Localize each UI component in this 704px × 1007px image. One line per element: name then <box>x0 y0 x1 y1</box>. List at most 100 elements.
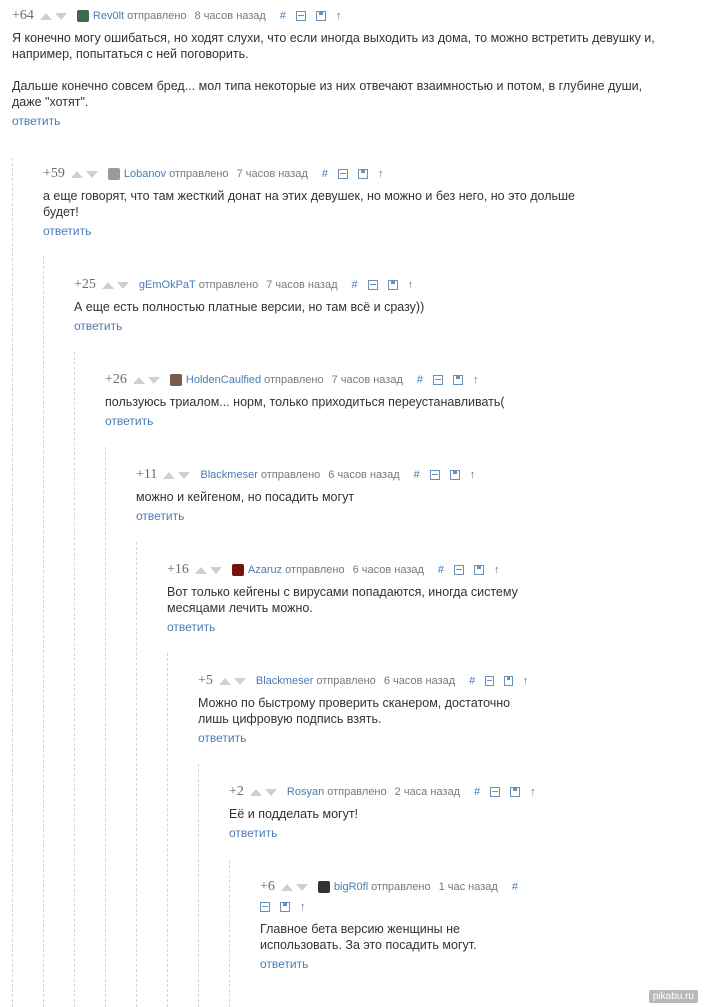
collapse-icon[interactable] <box>433 375 443 385</box>
collapse-icon[interactable] <box>295 11 306 21</box>
author-link[interactable]: Rosyan <box>287 786 324 798</box>
comment-rating: +11 <box>136 467 158 482</box>
save-icon[interactable] <box>503 676 513 686</box>
watermark: pikabu.ru <box>648 990 698 1003</box>
reply-link[interactable]: ответить <box>43 224 91 238</box>
downvote-arrow-icon[interactable] <box>178 471 191 479</box>
permalink-anchor[interactable]: # <box>474 786 480 798</box>
reply-link[interactable]: ответить <box>12 114 60 128</box>
avatar[interactable] <box>231 564 244 576</box>
downvote-arrow-icon[interactable] <box>295 883 308 891</box>
upvote-arrow-icon[interactable] <box>249 788 262 796</box>
thread-line <box>229 860 230 1007</box>
parent-arrow-icon[interactable]: ↑ <box>300 901 306 913</box>
reply-link[interactable]: ответить <box>105 414 153 428</box>
comment: +25 gEmOkPaT отправлено 7 часов назад # … <box>74 277 634 335</box>
comment-text: Её и подделать могут! <box>229 807 359 821</box>
parent-arrow-icon[interactable]: ↑ <box>494 564 500 576</box>
comment: +64 Rev0lt отправлено 8 часов назад # ↑ … <box>12 8 672 130</box>
comment: +5 Blackmeser отправлено 6 часов назад #… <box>198 673 538 747</box>
downvote-arrow-icon[interactable] <box>209 566 222 574</box>
permalink-anchor[interactable]: # <box>280 10 286 22</box>
author-link[interactable]: gEmOkPaT <box>139 279 196 291</box>
downvote-arrow-icon[interactable] <box>147 376 160 384</box>
permalink-anchor[interactable]: # <box>352 279 358 291</box>
downvote-arrow-icon[interactable] <box>233 677 246 685</box>
downvote-arrow-icon[interactable] <box>85 170 98 178</box>
parent-arrow-icon[interactable]: ↑ <box>473 374 479 386</box>
parent-arrow-icon[interactable]: ↑ <box>470 469 476 481</box>
upvote-arrow-icon[interactable] <box>101 281 114 289</box>
comment-rating: +59 <box>43 166 65 181</box>
author-link[interactable]: Lobanov <box>124 168 166 180</box>
reply-link[interactable]: ответить <box>167 620 215 634</box>
downvote-arrow-icon[interactable] <box>116 281 129 289</box>
permalink-anchor[interactable]: # <box>322 168 328 180</box>
comment-time: 1 час назад <box>438 881 498 893</box>
thread-line <box>74 352 75 1007</box>
thread-line <box>136 542 137 1007</box>
save-icon[interactable] <box>453 375 463 385</box>
save-icon[interactable] <box>510 787 521 797</box>
author-link[interactable]: Rev0lt <box>93 10 124 22</box>
collapse-icon[interactable] <box>260 902 270 912</box>
upvote-arrow-icon[interactable] <box>132 376 145 384</box>
comment: +16 Azaruz отправлено 6 часов назад # ↑ … <box>167 562 537 636</box>
reply-link[interactable]: ответить <box>136 509 184 523</box>
permalink-anchor[interactable]: # <box>512 881 518 893</box>
collapse-icon[interactable] <box>485 676 494 686</box>
comment-rating: +2 <box>229 784 244 799</box>
collapse-icon[interactable] <box>490 787 501 797</box>
sent-label: отправлено <box>285 564 345 576</box>
author-link[interactable]: Azaruz <box>248 564 282 576</box>
avatar[interactable] <box>317 881 330 893</box>
collapse-icon[interactable] <box>454 565 465 575</box>
save-icon[interactable] <box>474 565 485 575</box>
author-link[interactable]: bigR0fl <box>334 881 368 893</box>
upvote-arrow-icon[interactable] <box>163 471 176 479</box>
collapse-icon[interactable] <box>367 280 378 290</box>
comment-time: 7 часов назад <box>236 168 308 180</box>
parent-arrow-icon[interactable]: ↑ <box>336 10 342 22</box>
permalink-anchor[interactable]: # <box>469 675 475 687</box>
save-icon[interactable] <box>315 11 326 21</box>
thread-line <box>198 764 199 1007</box>
reply-link[interactable]: ответить <box>229 826 277 840</box>
comment-time: 6 часов назад <box>352 564 424 576</box>
permalink-anchor[interactable]: # <box>414 469 420 481</box>
upvote-arrow-icon[interactable] <box>39 12 52 20</box>
collapse-icon[interactable] <box>429 470 440 480</box>
comment: +11 Blackmeser отправлено 6 часов назад … <box>136 467 656 525</box>
upvote-arrow-icon[interactable] <box>70 170 83 178</box>
permalink-anchor[interactable]: # <box>438 564 444 576</box>
parent-arrow-icon[interactable]: ↑ <box>530 786 536 798</box>
save-icon[interactable] <box>358 169 368 179</box>
comment-time: 2 часа назад <box>394 786 460 798</box>
comment-text: можно и кейгеном, но посадить могут <box>136 490 355 504</box>
save-icon[interactable] <box>449 470 460 480</box>
downvote-arrow-icon[interactable] <box>54 12 67 20</box>
upvote-arrow-icon[interactable] <box>218 677 231 685</box>
comment-text: Можно по быстрому проверить сканером, до… <box>198 696 511 726</box>
sent-label: отправлено <box>316 675 376 687</box>
downvote-arrow-icon[interactable] <box>264 788 277 796</box>
author-link[interactable]: Blackmeser <box>200 469 257 481</box>
reply-link[interactable]: ответить <box>260 957 308 971</box>
parent-arrow-icon[interactable]: ↑ <box>408 279 414 291</box>
reply-link[interactable]: ответить <box>198 731 246 745</box>
upvote-arrow-icon[interactable] <box>280 883 293 891</box>
upvote-arrow-icon[interactable] <box>194 566 207 574</box>
author-link[interactable]: HoldenCaulfied <box>186 374 261 386</box>
avatar[interactable] <box>107 168 120 180</box>
reply-link[interactable]: ответить <box>74 319 122 333</box>
parent-arrow-icon[interactable]: ↑ <box>378 168 384 180</box>
author-link[interactable]: Blackmeser <box>256 675 313 687</box>
avatar[interactable] <box>169 374 182 386</box>
comment-time: 8 часов назад <box>194 10 266 22</box>
save-icon[interactable] <box>387 280 398 290</box>
save-icon[interactable] <box>280 902 290 912</box>
parent-arrow-icon[interactable]: ↑ <box>523 675 529 687</box>
permalink-anchor[interactable]: # <box>417 374 423 386</box>
avatar[interactable] <box>76 10 89 22</box>
collapse-icon[interactable] <box>338 169 348 179</box>
